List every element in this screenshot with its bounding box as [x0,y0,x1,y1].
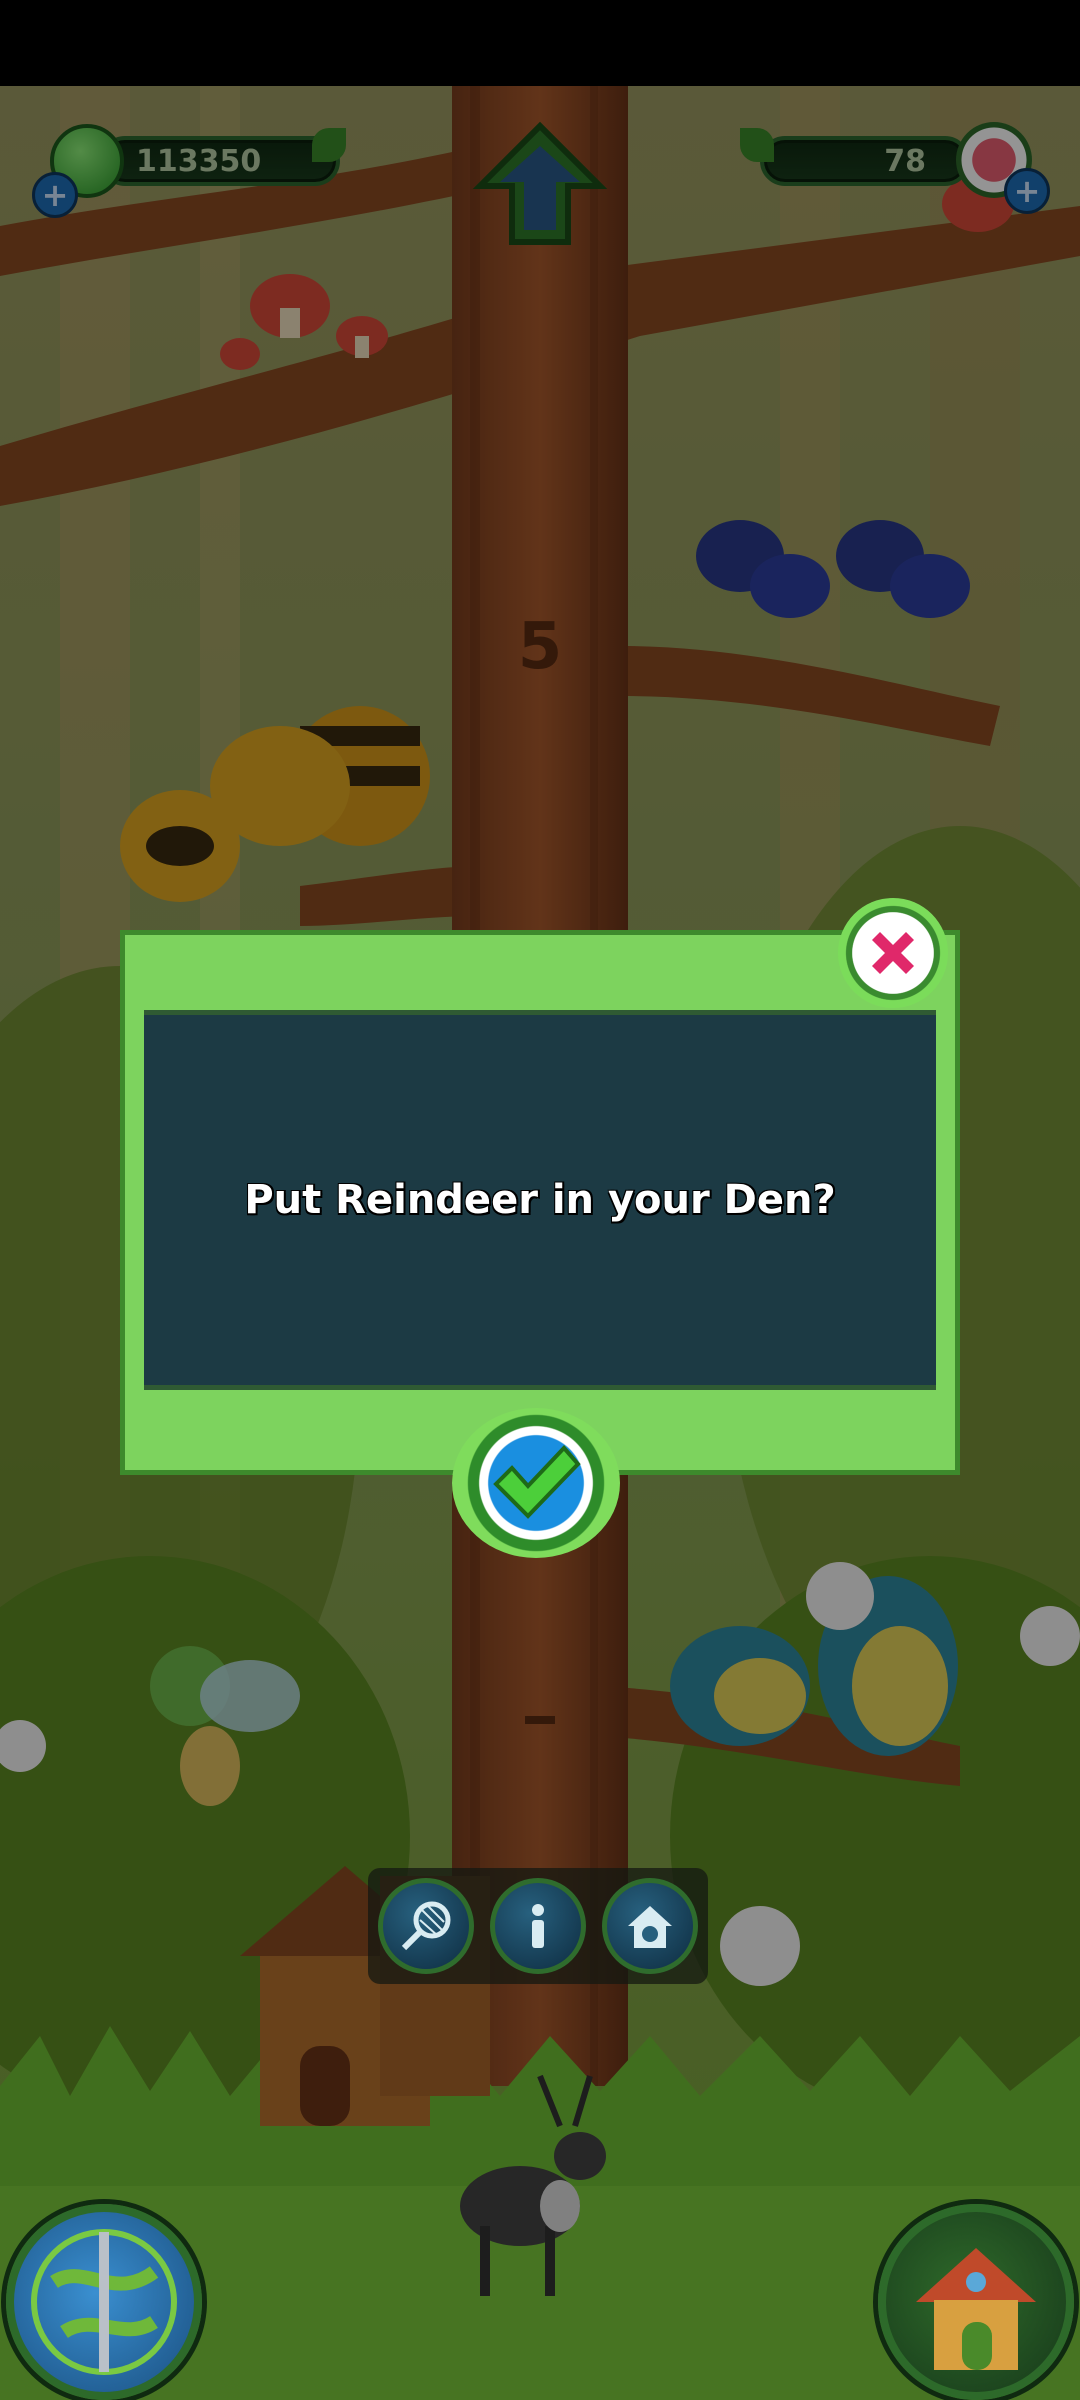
catch-net-button[interactable] [378,1878,474,1974]
leaf-icon [312,128,346,162]
confirm-dialog: Put Reindeer in your Den? [120,930,960,1475]
info-icon [532,1904,544,1948]
currency-counter: 113350 [100,136,340,186]
confirm-button[interactable] [452,1408,620,1558]
tree-floor-marker: 5 [518,610,563,684]
up-arrow-icon [472,121,608,245]
house-icon [916,2248,1036,2370]
leaf-icon [740,128,774,162]
close-icon [872,932,914,974]
status-bar [0,0,1080,86]
checkmark-icon [493,1445,581,1519]
climb-up-button[interactable] [472,120,608,250]
world-map-button[interactable] [6,2204,202,2400]
gems-counter: 78 [760,136,970,186]
den-button[interactable] [602,1878,698,1974]
dialog-message: Put Reindeer in your Den? [244,1177,836,1223]
home-den-button[interactable] [878,2204,1074,2400]
currency-value: 113350 [136,143,262,179]
dialog-message-panel: Put Reindeer in your Den? [144,1010,936,1390]
info-button[interactable] [490,1878,586,1974]
gems-value: 78 [884,143,926,179]
close-button[interactable] [838,898,948,1008]
net-icon [401,1901,451,1951]
add-currency-button[interactable]: + [32,172,78,218]
globe-icon [31,2229,177,2375]
creature-toolbar [368,1868,708,1984]
add-gems-button[interactable]: + [1004,168,1050,214]
den-icon [628,1906,672,1948]
